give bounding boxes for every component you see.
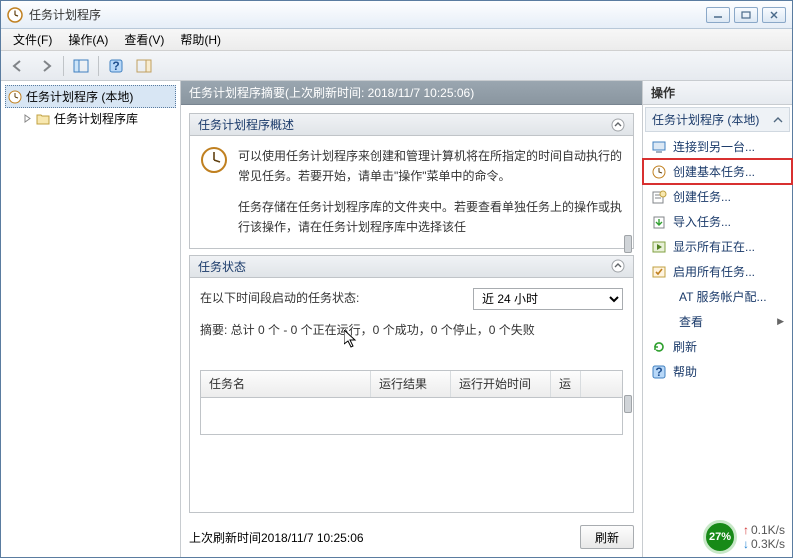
- enable-icon: [651, 264, 667, 280]
- chevron-up-icon: [773, 115, 783, 125]
- status-table: 任务名 运行结果 运行开始时间 运: [200, 370, 623, 435]
- refresh-button[interactable]: 刷新: [580, 525, 634, 549]
- folder-icon: [36, 113, 50, 125]
- titlebar: 任务计划程序: [1, 1, 792, 29]
- close-button[interactable]: [762, 7, 786, 23]
- svg-text:?: ?: [655, 365, 662, 379]
- actions-header: 操作: [643, 81, 792, 105]
- action-show-running[interactable]: 显示所有正在...: [643, 234, 792, 259]
- help-icon: ?: [651, 364, 667, 380]
- status-period-combo[interactable]: 近 24 小时: [473, 288, 623, 310]
- menu-file[interactable]: 文件(F): [5, 29, 60, 50]
- overview-text-1: 可以使用任务计划程序来创建和管理计算机将在所指定的时间自动执行的常见任务。若要开…: [238, 146, 623, 187]
- cpu-badge: 27%: [703, 520, 737, 554]
- clock-icon: [8, 90, 22, 104]
- upload-speed: 0.1K/s: [743, 523, 785, 537]
- window-title: 任务计划程序: [29, 6, 706, 23]
- action-at-account[interactable]: AT 服务帐户配...: [643, 284, 792, 309]
- summary-header: 任务计划程序摘要(上次刷新时间: 2018/11/7 10:25:06): [181, 81, 642, 105]
- table-body: [201, 398, 622, 434]
- actions-pane: 操作 任务计划程序 (本地) 连接到另一台... 创建基本任务... 创建任务.…: [642, 81, 792, 557]
- tree-library[interactable]: 任务计划程序库: [21, 108, 176, 129]
- chevron-up-icon: [611, 259, 625, 273]
- tree-library-label: 任务计划程序库: [54, 110, 138, 127]
- col-task-name[interactable]: 任务名: [201, 371, 371, 397]
- help-button[interactable]: ?: [103, 54, 129, 78]
- action-create-basic-task[interactable]: 创建基本任务...: [643, 159, 792, 184]
- status-title: 任务状态: [198, 258, 246, 275]
- back-button[interactable]: [5, 54, 31, 78]
- status-panel-header[interactable]: 任务状态: [190, 256, 633, 278]
- expander-icon[interactable]: [23, 114, 32, 123]
- maximize-button[interactable]: [734, 7, 758, 23]
- col-run-start[interactable]: 运行开始时间: [451, 371, 551, 397]
- col-run-result[interactable]: 运行结果: [371, 371, 451, 397]
- overview-panel-header[interactable]: 任务计划程序概述: [190, 114, 633, 136]
- action-create-task[interactable]: 创建任务...: [643, 184, 792, 209]
- last-refresh-label: 上次刷新时间2018/11/7 10:25:06: [189, 529, 364, 546]
- chevron-up-icon: [611, 118, 625, 132]
- actions-group-label: 任务计划程序 (本地): [652, 111, 759, 128]
- import-icon: [651, 214, 667, 230]
- app-icon: [7, 7, 23, 23]
- action-refresh[interactable]: 刷新: [643, 334, 792, 359]
- action-import-task[interactable]: 导入任务...: [643, 209, 792, 234]
- download-speed: 0.3K/s: [743, 537, 785, 551]
- chevron-right-icon: ▶: [777, 316, 784, 327]
- clock-icon: [200, 146, 228, 174]
- overview-panel: 任务计划程序概述 可以使用任务计划程序来创建和管理计算机将在所指定的时间自动执行…: [189, 113, 634, 249]
- action-enable-all[interactable]: 启用所有任务...: [643, 259, 792, 284]
- status-panel: 任务状态 在以下时间段启动的任务状态: 近 24 小时 摘要: 总计 0 个 -…: [189, 255, 634, 513]
- wizard-icon: [651, 164, 667, 180]
- running-icon: [651, 239, 667, 255]
- col-more[interactable]: 运: [551, 371, 581, 397]
- forward-button[interactable]: [33, 54, 59, 78]
- status-summary: 摘要: 总计 0 个 - 0 个正在运行，0 个成功，0 个停止，0 个失败: [200, 320, 623, 340]
- show-hide-actions-button[interactable]: [131, 54, 157, 78]
- scroll-handle[interactable]: [624, 395, 632, 413]
- svg-text:?: ?: [112, 59, 119, 73]
- actions-group-header[interactable]: 任务计划程序 (本地): [645, 107, 790, 132]
- computer-icon: [651, 139, 667, 155]
- action-help[interactable]: ? 帮助: [643, 359, 792, 384]
- status-period-label: 在以下时间段启动的任务状态:: [200, 288, 359, 308]
- overview-title: 任务计划程序概述: [198, 116, 294, 133]
- console-tree: 任务计划程序 (本地) 任务计划程序库: [1, 81, 181, 557]
- menu-bar: 文件(F) 操作(A) 查看(V) 帮助(H): [1, 29, 792, 51]
- task-icon: [651, 189, 667, 205]
- menu-help[interactable]: 帮助(H): [172, 29, 229, 50]
- menu-view[interactable]: 查看(V): [116, 29, 172, 50]
- toolbar: ?: [1, 51, 792, 81]
- action-view[interactable]: 查看 ▶: [643, 309, 792, 334]
- network-monitor-widget[interactable]: 27% 0.1K/s 0.3K/s: [703, 520, 785, 554]
- summary-body: 任务计划程序概述 可以使用任务计划程序来创建和管理计算机将在所指定的时间自动执行…: [181, 105, 642, 557]
- menu-action[interactable]: 操作(A): [60, 29, 116, 50]
- refresh-icon: [651, 339, 667, 355]
- tree-root-label: 任务计划程序 (本地): [26, 88, 133, 105]
- tree-root[interactable]: 任务计划程序 (本地): [5, 85, 176, 108]
- minimize-button[interactable]: [706, 7, 730, 23]
- overview-text-2: 任务存储在任务计划程序库的文件夹中。若要查看单独任务上的操作或执行该操作，请在任…: [238, 197, 623, 238]
- action-connect[interactable]: 连接到另一台...: [643, 134, 792, 159]
- show-hide-tree-button[interactable]: [68, 54, 94, 78]
- scroll-handle[interactable]: [624, 235, 632, 253]
